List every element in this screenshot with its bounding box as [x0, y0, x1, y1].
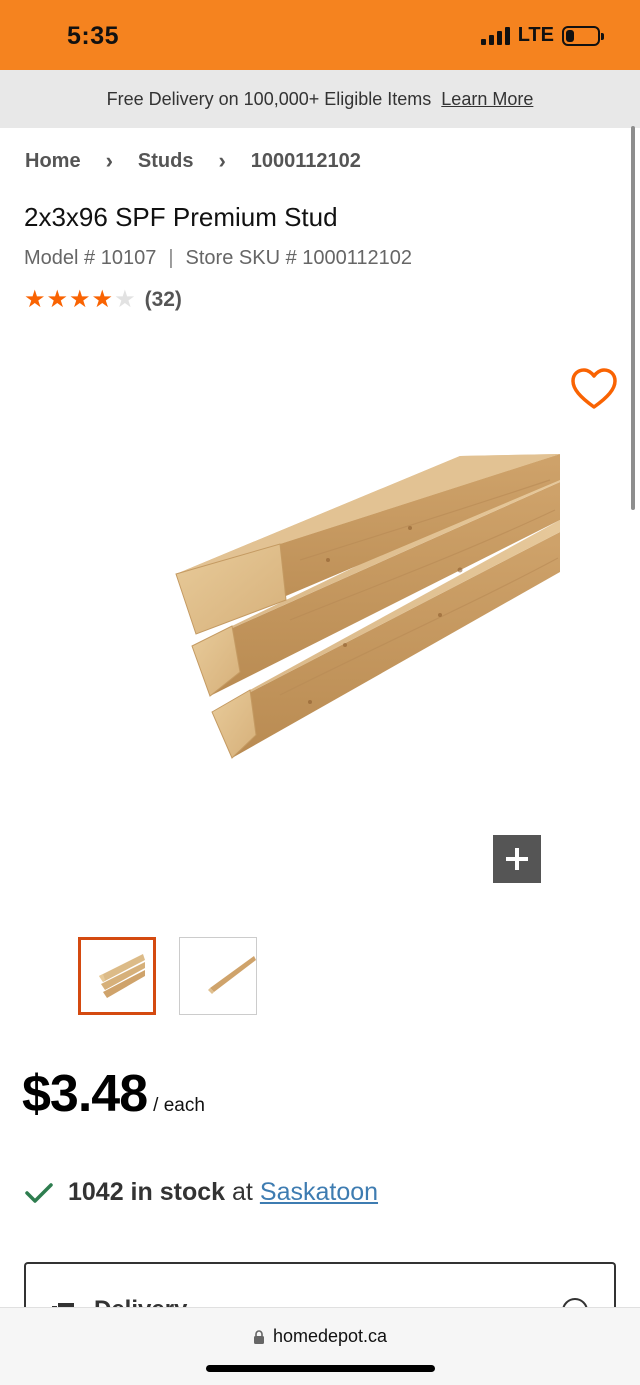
- star-icon: ★: [24, 286, 46, 313]
- store-sku: Store SKU # 1000112102: [185, 247, 412, 269]
- lumber-stack-thumbnail: [99, 954, 145, 998]
- status-time: 5:35: [67, 22, 120, 50]
- chevron-right-icon: ›: [105, 148, 113, 173]
- price-unit: / each: [153, 1095, 205, 1116]
- model-number: Model # 10107: [24, 247, 157, 269]
- stock-at: at: [232, 1178, 253, 1206]
- meta-divider: |: [168, 247, 174, 269]
- learn-more-link[interactable]: Learn More: [441, 89, 533, 110]
- scrollbar[interactable]: [631, 126, 635, 510]
- product-title: 2x3x96 SPF Premium Stud: [24, 202, 338, 232]
- battery-icon: [562, 25, 604, 46]
- favorite-heart-icon[interactable]: [570, 367, 618, 411]
- product-rating[interactable]: ★★★★★ (32): [24, 287, 182, 313]
- star-rating: ★★★★★: [24, 287, 137, 313]
- star-icon: ★: [46, 286, 69, 313]
- breadcrumb-home[interactable]: Home: [25, 150, 81, 173]
- address-bar[interactable]: homedepot.ca: [0, 1326, 640, 1347]
- promo-banner: Free Delivery on 100,000+ Eligible Items…: [0, 70, 640, 128]
- plus-icon: [506, 848, 528, 870]
- chevron-right-icon: ›: [218, 148, 226, 173]
- breadcrumb-studs[interactable]: Studs: [138, 150, 194, 173]
- breadcrumb-current: 1000112102: [250, 149, 361, 172]
- thumbnail-2[interactable]: [179, 937, 257, 1015]
- price: $3.48 / each: [22, 1064, 205, 1124]
- checkmark-icon: [25, 1182, 53, 1203]
- lock-icon: [253, 1329, 264, 1344]
- stock-status: 1042 in stock at Saskatoon: [24, 1178, 378, 1207]
- star-icon: ★: [114, 286, 136, 313]
- star-icon: ★: [69, 286, 91, 313]
- product-image[interactable]: [160, 440, 580, 780]
- price-amount: $3.48: [22, 1065, 148, 1123]
- battery-level: [566, 29, 574, 42]
- browser-bottom-bar: homedepot.ca: [0, 1307, 640, 1385]
- store-link[interactable]: Saskatoon: [260, 1178, 378, 1207]
- status-indicators: LTE: [480, 24, 604, 47]
- product-meta: Model # 10107 | Store SKU # 1000112102: [24, 247, 412, 270]
- stock-count: 1042 in stock: [68, 1178, 226, 1206]
- status-bar: 5:35 LTE: [0, 0, 640, 70]
- promo-text: Free Delivery on 100,000+ Eligible Items: [106, 88, 432, 109]
- signal-icon: [480, 26, 510, 45]
- network-label: LTE: [517, 24, 554, 46]
- star-icon: ★: [91, 286, 114, 313]
- review-count[interactable]: (32): [145, 288, 182, 312]
- zoom-button[interactable]: [493, 835, 541, 883]
- home-indicator[interactable]: [206, 1365, 435, 1372]
- single-stud-thumbnail: [208, 956, 256, 994]
- url-text: homedepot.ca: [272, 1326, 388, 1346]
- breadcrumb: Home › Studs › 1000112102: [25, 148, 361, 174]
- thumbnail-1[interactable]: [78, 937, 156, 1015]
